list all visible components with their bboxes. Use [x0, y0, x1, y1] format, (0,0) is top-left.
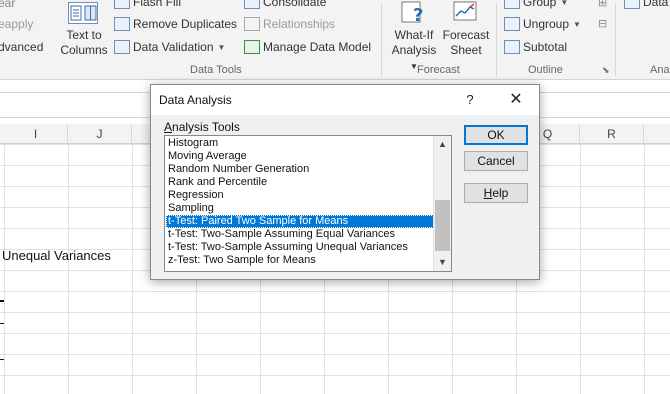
what-if-line1: What-If [394, 28, 434, 42]
relationships-icon [244, 17, 260, 31]
column-header-j[interactable]: J [68, 124, 132, 144]
ungroup-label: Ungroup [523, 17, 570, 31]
analysis-tool-item[interactable]: t-Test: Two-Sample Assuming Unequal Vari… [166, 241, 434, 254]
cell-fragment [0, 288, 4, 302]
flash-fill-label: Flash Fill [133, 0, 182, 9]
consolidate-label: Consolidate [263, 0, 327, 9]
column-header-i[interactable]: I [4, 124, 68, 144]
analysis-tool-item[interactable]: Histogram [166, 137, 434, 150]
scroll-down-arrow-icon[interactable]: ▼ [434, 254, 451, 271]
remove-duplicates-button[interactable]: Remove Duplicates [114, 17, 237, 31]
ungroup-icon [504, 17, 520, 31]
forecast-sheet-line2: Sheet [450, 43, 482, 57]
help-button-label: elp [492, 186, 509, 200]
hide-detail-icon[interactable]: ⊟ [598, 17, 607, 30]
data-validation-label: Data Validation [133, 40, 214, 54]
forecast-sheet-icon [452, 0, 480, 24]
listbox-scrollbar[interactable]: ▲ ▼ [433, 136, 451, 271]
data-model-icon [244, 40, 260, 54]
data-validation-dropdown-icon[interactable]: ▼ [218, 43, 226, 52]
analysis-tool-item[interactable]: Sampling [166, 202, 434, 215]
text-to-columns-button[interactable]: Text to Columns [56, 28, 112, 58]
analysis-tools-listbox[interactable]: Histogram Moving Average Random Number Gen… [164, 135, 452, 272]
close-icon[interactable]: ✕ [501, 89, 531, 111]
group-dropdown-icon[interactable]: ▼ [560, 0, 568, 7]
group-label: Group [523, 0, 557, 9]
subtotal-label: Subtotal [523, 40, 568, 54]
data-analysis-dialog: Data Analysis ? ✕ Analysis Tools Histogr… [150, 84, 540, 280]
column-header-r[interactable]: R [580, 124, 644, 144]
analysis-tool-item[interactable]: z-Test: Two Sample for Means [166, 254, 434, 267]
consolidate-button[interactable]: Consolidate [244, 0, 326, 9]
subtotal-button[interactable]: Subtotal [504, 40, 567, 54]
cell-variance-label[interactable]: Unequal Variances [2, 248, 111, 263]
data-analysis-ribbon-label: Data [643, 0, 669, 9]
ungroup-dropdown-icon[interactable]: ▼ [573, 20, 581, 29]
dialog-title-bar[interactable]: Data Analysis ? ✕ [151, 85, 539, 115]
text-to-columns-line1: Text to [66, 28, 102, 42]
column-header-s[interactable] [644, 124, 670, 144]
cancel-button[interactable]: Cancel [464, 151, 528, 171]
manage-data-model-button[interactable]: Manage Data Model [244, 40, 371, 54]
analysis-tools-label-text: nalysis Tools [172, 120, 240, 134]
outline-dialog-launcher-icon[interactable]: ⬊ [602, 65, 610, 76]
what-if-analysis-icon: ? [400, 0, 428, 26]
group-separator [496, 4, 497, 76]
ok-button[interactable]: OK [464, 125, 528, 145]
outline-group-label: Outline [528, 64, 563, 76]
text-to-columns-icon [68, 2, 98, 24]
group-icon [504, 0, 520, 9]
cell-fragment [0, 314, 4, 324]
text-to-columns-line2: Columns [60, 43, 108, 57]
data-analysis-icon [624, 0, 640, 9]
show-detail-icon[interactable]: ⊞ [598, 0, 607, 9]
data-validation-button[interactable]: Data Validation ▼ [114, 40, 225, 54]
clear-button-fragment[interactable]: ear [0, 0, 15, 10]
analysis-tools-accesskey: A [164, 120, 173, 134]
forecast-group-label: Forecast [417, 64, 460, 76]
scroll-thumb[interactable] [435, 200, 450, 251]
svg-text:?: ? [413, 5, 423, 26]
analysis-tool-item[interactable]: Random Number Generation [166, 163, 434, 176]
analysis-tool-item[interactable]: t-Test: Paired Two Sample for Means [166, 215, 434, 228]
group-button[interactable]: Group ▼ [504, 0, 568, 9]
ungroup-button[interactable]: Ungroup ▼ [504, 17, 581, 31]
relationships-button[interactable]: Relationships [244, 17, 335, 31]
analysis-tools-label: Analysis Tools [164, 120, 240, 134]
dialog-title: Data Analysis [159, 93, 232, 107]
analysis-tool-item[interactable]: Moving Average [166, 150, 434, 163]
data-tools-group-label: Data Tools [190, 64, 242, 76]
remove-duplicates-icon [114, 17, 130, 31]
reapply-button-fragment[interactable]: eapply [0, 17, 33, 31]
subtotal-icon [504, 40, 520, 54]
analysis-tool-item[interactable]: Rank and Percentile [166, 176, 434, 189]
manage-data-model-label: Manage Data Model [263, 40, 372, 54]
data-analysis-ribbon-button[interactable]: Data [624, 0, 668, 9]
group-separator [615, 4, 616, 76]
cell-fragment [0, 348, 4, 360]
data-validation-icon [114, 40, 130, 54]
analysis-tool-item[interactable]: Regression [166, 189, 434, 202]
help-button[interactable]: Help [464, 183, 528, 203]
scroll-up-arrow-icon[interactable]: ▲ [434, 136, 451, 153]
relationships-label: Relationships [263, 17, 336, 31]
ribbon: ear eapply dvanced Text to Columns Flash… [0, 0, 670, 80]
forecast-sheet-button[interactable]: Forecast Sheet [440, 28, 492, 58]
help-icon[interactable]: ? [457, 90, 483, 110]
flash-fill-button[interactable]: Flash Fill [114, 0, 181, 9]
analyze-group-label-fragment: Ana [650, 64, 670, 76]
remove-duplicates-label: Remove Duplicates [133, 17, 238, 31]
what-if-line2-label: Analysis [391, 43, 437, 57]
advanced-button-fragment[interactable]: dvanced [0, 40, 43, 54]
group-separator [381, 4, 382, 76]
forecast-sheet-line1: Forecast [442, 28, 490, 42]
flash-fill-icon [114, 0, 130, 9]
analysis-tool-item[interactable]: t-Test: Two-Sample Assuming Equal Varian… [166, 228, 434, 241]
consolidate-icon [244, 0, 260, 9]
